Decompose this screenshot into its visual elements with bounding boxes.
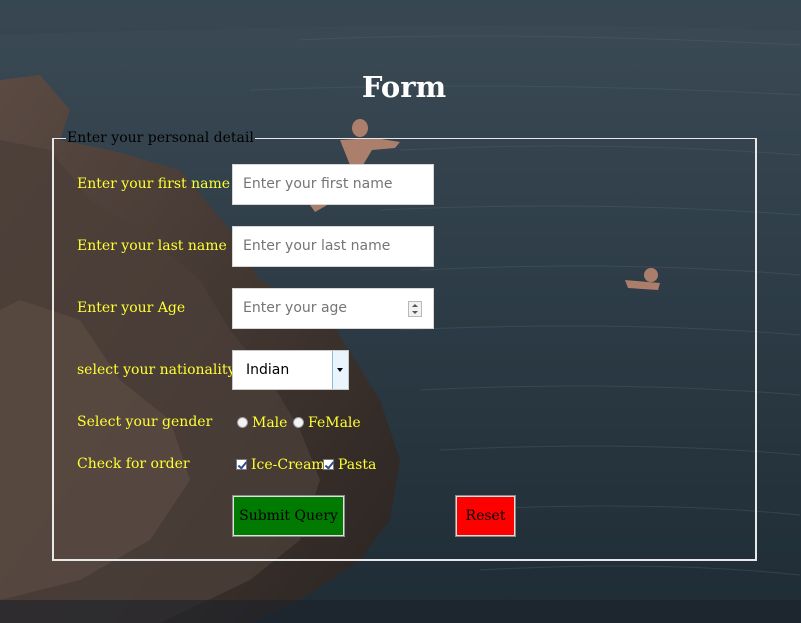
male-radio[interactable] — [237, 417, 248, 428]
female-radio-label: FeMale — [308, 415, 361, 431]
age-placeholder: Enter your age — [243, 300, 348, 316]
male-radio-label: Male — [252, 415, 288, 431]
pasta-checkbox[interactable] — [323, 459, 334, 470]
ice-cream-checkbox[interactable] — [236, 459, 247, 470]
gender-label: Select your gender — [77, 414, 213, 430]
nationality-selected-value: Indian — [246, 362, 290, 378]
dropdown-arrow-icon[interactable] — [332, 351, 348, 389]
last-name-input[interactable]: Enter your last name — [232, 226, 434, 267]
first-name-placeholder: Enter your first name — [243, 176, 393, 192]
spin-up-icon[interactable] — [412, 304, 418, 307]
pasta-checkbox-label: Pasta — [338, 457, 377, 473]
nationality-label: select your nationality — [77, 362, 236, 378]
nationality-select[interactable]: Indian — [232, 350, 349, 390]
first-name-label: Enter your first name — [77, 176, 231, 192]
female-radio[interactable] — [293, 417, 304, 428]
order-option-pasta[interactable]: Pasta — [323, 457, 376, 473]
last-name-label: Enter your last name — [77, 238, 227, 254]
age-input[interactable]: Enter your age — [232, 288, 434, 329]
last-name-placeholder: Enter your last name — [243, 238, 391, 254]
gender-option-female[interactable]: FeMale — [293, 415, 361, 431]
spin-down-icon[interactable] — [412, 311, 418, 314]
submit-button[interactable]: Submit Query — [232, 495, 345, 537]
ice-cream-checkbox-label: Ice-Cream — [251, 457, 325, 473]
age-label: Enter your Age — [77, 300, 186, 316]
gender-option-male[interactable]: Male — [237, 415, 287, 431]
order-option-ice-cream[interactable]: Ice-Cream — [236, 457, 325, 473]
order-label: Check for order — [77, 456, 190, 472]
first-name-input[interactable]: Enter your first name — [232, 164, 434, 205]
number-spinner-icon[interactable] — [408, 301, 422, 317]
reset-button[interactable]: Reset — [455, 495, 516, 537]
